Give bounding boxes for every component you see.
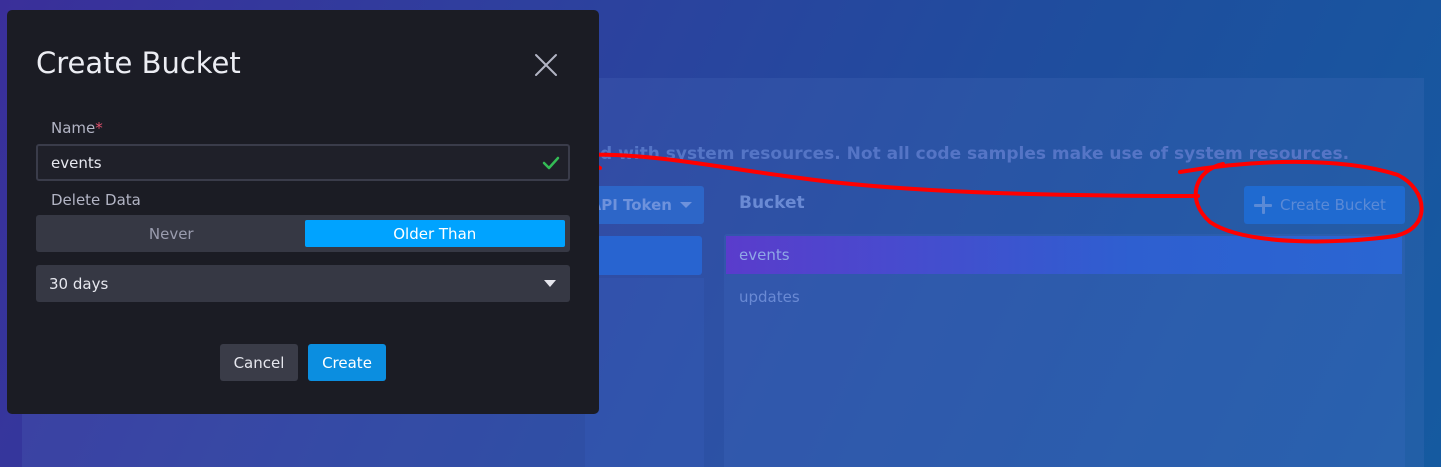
selected-token-row[interactable] <box>585 236 702 275</box>
check-icon <box>542 156 560 170</box>
system-resources-notice: d with system resources. Not all code sa… <box>600 144 1350 164</box>
dialog-title: Create Bucket <box>36 46 241 80</box>
chevron-down-icon <box>680 202 692 208</box>
delete-data-label: Delete Data <box>51 191 141 209</box>
close-icon <box>535 54 557 76</box>
create-bucket-button[interactable]: Create Bucket <box>1244 186 1405 224</box>
retention-period-dropdown[interactable]: 30 days <box>36 265 570 302</box>
delete-older-than-option[interactable]: Older Than <box>304 220 565 247</box>
api-token-label: API Token <box>589 196 672 214</box>
delete-data-toggle: Never Older Than <box>36 215 570 252</box>
token-list <box>585 278 704 467</box>
bucket-list-item[interactable]: events <box>726 236 1402 274</box>
name-label: Name* <box>51 119 103 137</box>
create-bucket-label: Create Bucket <box>1280 196 1386 214</box>
bucket-name-value: events <box>51 153 102 172</box>
retention-period-value: 30 days <box>49 274 109 293</box>
close-button[interactable] <box>531 50 561 80</box>
bucket-column-label: Bucket <box>739 193 805 213</box>
name-label-text: Name <box>51 119 96 137</box>
bucket-list-item[interactable]: updates <box>726 278 1402 316</box>
plus-icon <box>1254 196 1272 214</box>
cancel-button[interactable]: Cancel <box>220 344 298 381</box>
create-bucket-dialog: Create Bucket Name* events Delete Data N… <box>7 10 599 414</box>
delete-never-option[interactable]: Never <box>41 220 302 247</box>
chevron-down-icon <box>544 280 556 287</box>
required-marker: * <box>95 119 103 137</box>
bucket-name-input[interactable]: events <box>36 144 570 181</box>
create-button[interactable]: Create <box>308 344 386 381</box>
api-token-dropdown[interactable]: API Token <box>585 186 704 224</box>
